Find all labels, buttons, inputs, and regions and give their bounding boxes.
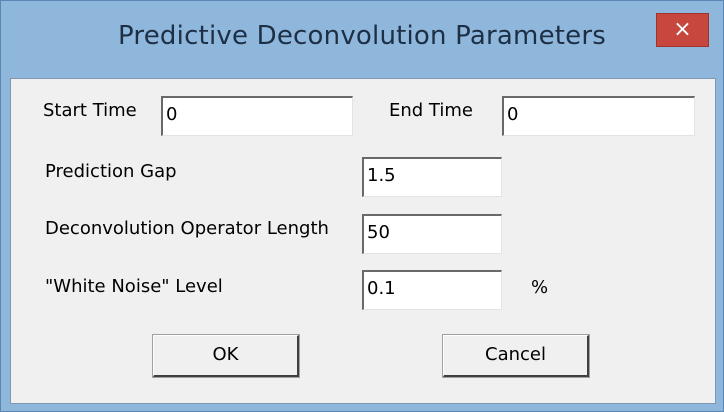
dialog-body: Start Time 0 End Time 0 Prediction Gap 1… <box>10 78 716 404</box>
start-time-input[interactable]: 0 <box>161 96 353 136</box>
start-time-label: Start Time <box>43 100 137 121</box>
close-button[interactable]: × <box>656 13 709 47</box>
end-time-input[interactable]: 0 <box>502 96 695 136</box>
dialog-window: Predictive Deconvolution Parameters × St… <box>0 0 724 412</box>
white-noise-input[interactable]: 0.1 <box>362 270 502 310</box>
percent-unit-label: % <box>531 277 549 298</box>
operator-length-label: Deconvolution Operator Length <box>45 218 329 239</box>
end-time-label: End Time <box>389 100 473 121</box>
prediction-gap-input[interactable]: 1.5 <box>362 157 502 197</box>
ok-button[interactable]: OK <box>152 334 300 378</box>
dialog-title: Predictive Deconvolution Parameters <box>118 21 606 51</box>
prediction-gap-label: Prediction Gap <box>45 161 177 182</box>
cancel-button[interactable]: Cancel <box>442 334 590 378</box>
operator-length-input[interactable]: 50 <box>362 214 502 254</box>
close-icon: × <box>673 17 692 42</box>
white-noise-label: "White Noise" Level <box>45 276 223 297</box>
title-bar[interactable]: Predictive Deconvolution Parameters × <box>1 1 723 81</box>
